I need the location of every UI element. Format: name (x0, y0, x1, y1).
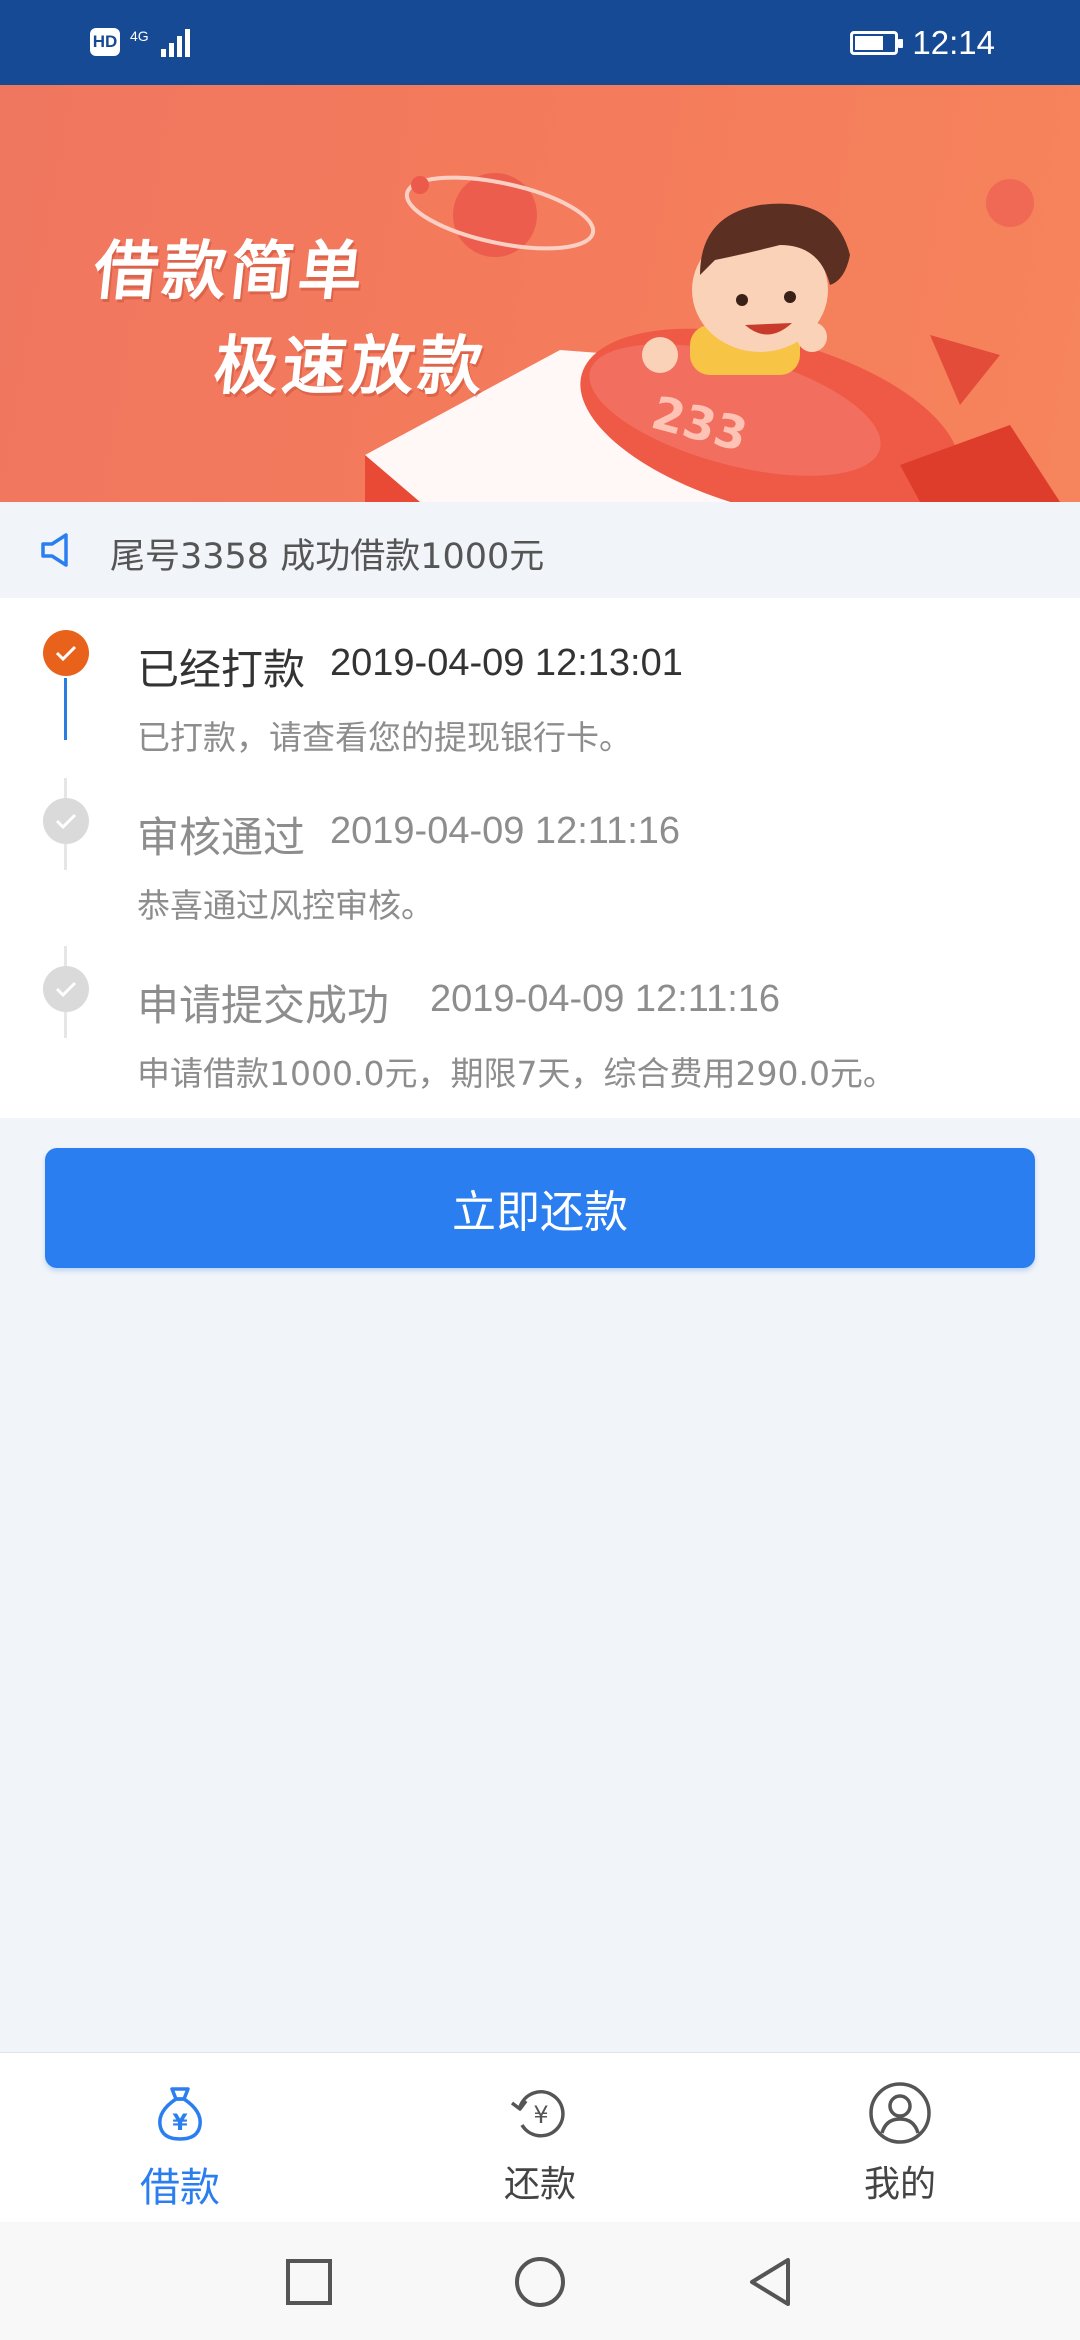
timeline-connector-active (64, 678, 67, 740)
step-done-icon (43, 630, 89, 676)
status-time: 12:14 (912, 24, 995, 61)
money-bag-icon: ¥ (158, 2087, 202, 2141)
back-triangle-icon[interactable] (744, 2255, 798, 2309)
step-check-icon (43, 966, 89, 1012)
network-type: 4G (130, 28, 149, 44)
signal-icon (160, 29, 190, 57)
step-title: 审核通过 (137, 813, 306, 862)
bottom-tab-bar: ¥ 借款 ¥ 还款 我的 (0, 2052, 1080, 2223)
hd-badge: HD (90, 28, 120, 56)
notice-text: 尾号3358 成功借款1000元 (110, 537, 545, 577)
step-desc: 恭喜通过风控审核。 (137, 886, 434, 925)
tab-mine[interactable]: 我的 (720, 2053, 1080, 2223)
step-time: 2019-04-09 12:13:01 (330, 642, 683, 684)
status-left: HD 4G (90, 22, 195, 62)
status-right: 12:14 (850, 18, 995, 68)
tab-label: 我的 (863, 2164, 936, 2205)
repay-now-button[interactable]: 立即还款 (45, 1148, 1035, 1268)
system-nav-bar (0, 2222, 1080, 2340)
tab-label: 还款 (503, 2164, 576, 2205)
step-desc: 申请借款1000.0元，期限7天，综合费用290.0元。 (137, 1054, 896, 1093)
step-time: 2019-04-09 12:11:16 (430, 978, 781, 1020)
notice-bar: 尾号3358 成功借款1000元 (0, 502, 1080, 598)
speaker-icon (41, 533, 68, 567)
tab-repay[interactable]: ¥ 还款 (360, 2053, 720, 2223)
loan-status-timeline: 已经打款 2019-04-09 12:13:01 已打款，请查看您的提现银行卡。… (0, 598, 1080, 1118)
step-title: 申请提交成功 (137, 981, 390, 1030)
recents-square-icon[interactable] (282, 2255, 336, 2309)
user-icon (869, 2082, 931, 2144)
home-circle-icon[interactable] (513, 2255, 567, 2309)
svg-text:¥: ¥ (172, 2111, 188, 2136)
repay-cycle-icon: ¥ (510, 2090, 565, 2138)
step-time: 2019-04-09 12:11:16 (330, 810, 681, 852)
step-check-icon (43, 798, 89, 844)
banner-title-line2: 极速放款 (210, 330, 491, 404)
status-bar: HD 4G 12:14 (0, 0, 1080, 85)
step-title: 已经打款 (137, 645, 306, 694)
tab-label: 借款 (140, 2165, 220, 2211)
banner-title-line1: 借款简单 (90, 235, 371, 309)
battery-icon (850, 31, 904, 55)
tab-borrow[interactable]: ¥ 借款 (0, 2053, 360, 2223)
step-desc: 已打款，请查看您的提现银行卡。 (137, 718, 632, 757)
svg-text:¥: ¥ (533, 2101, 548, 2129)
promo-banner[interactable]: 233 借款简单 极速放款 (0, 85, 1080, 502)
